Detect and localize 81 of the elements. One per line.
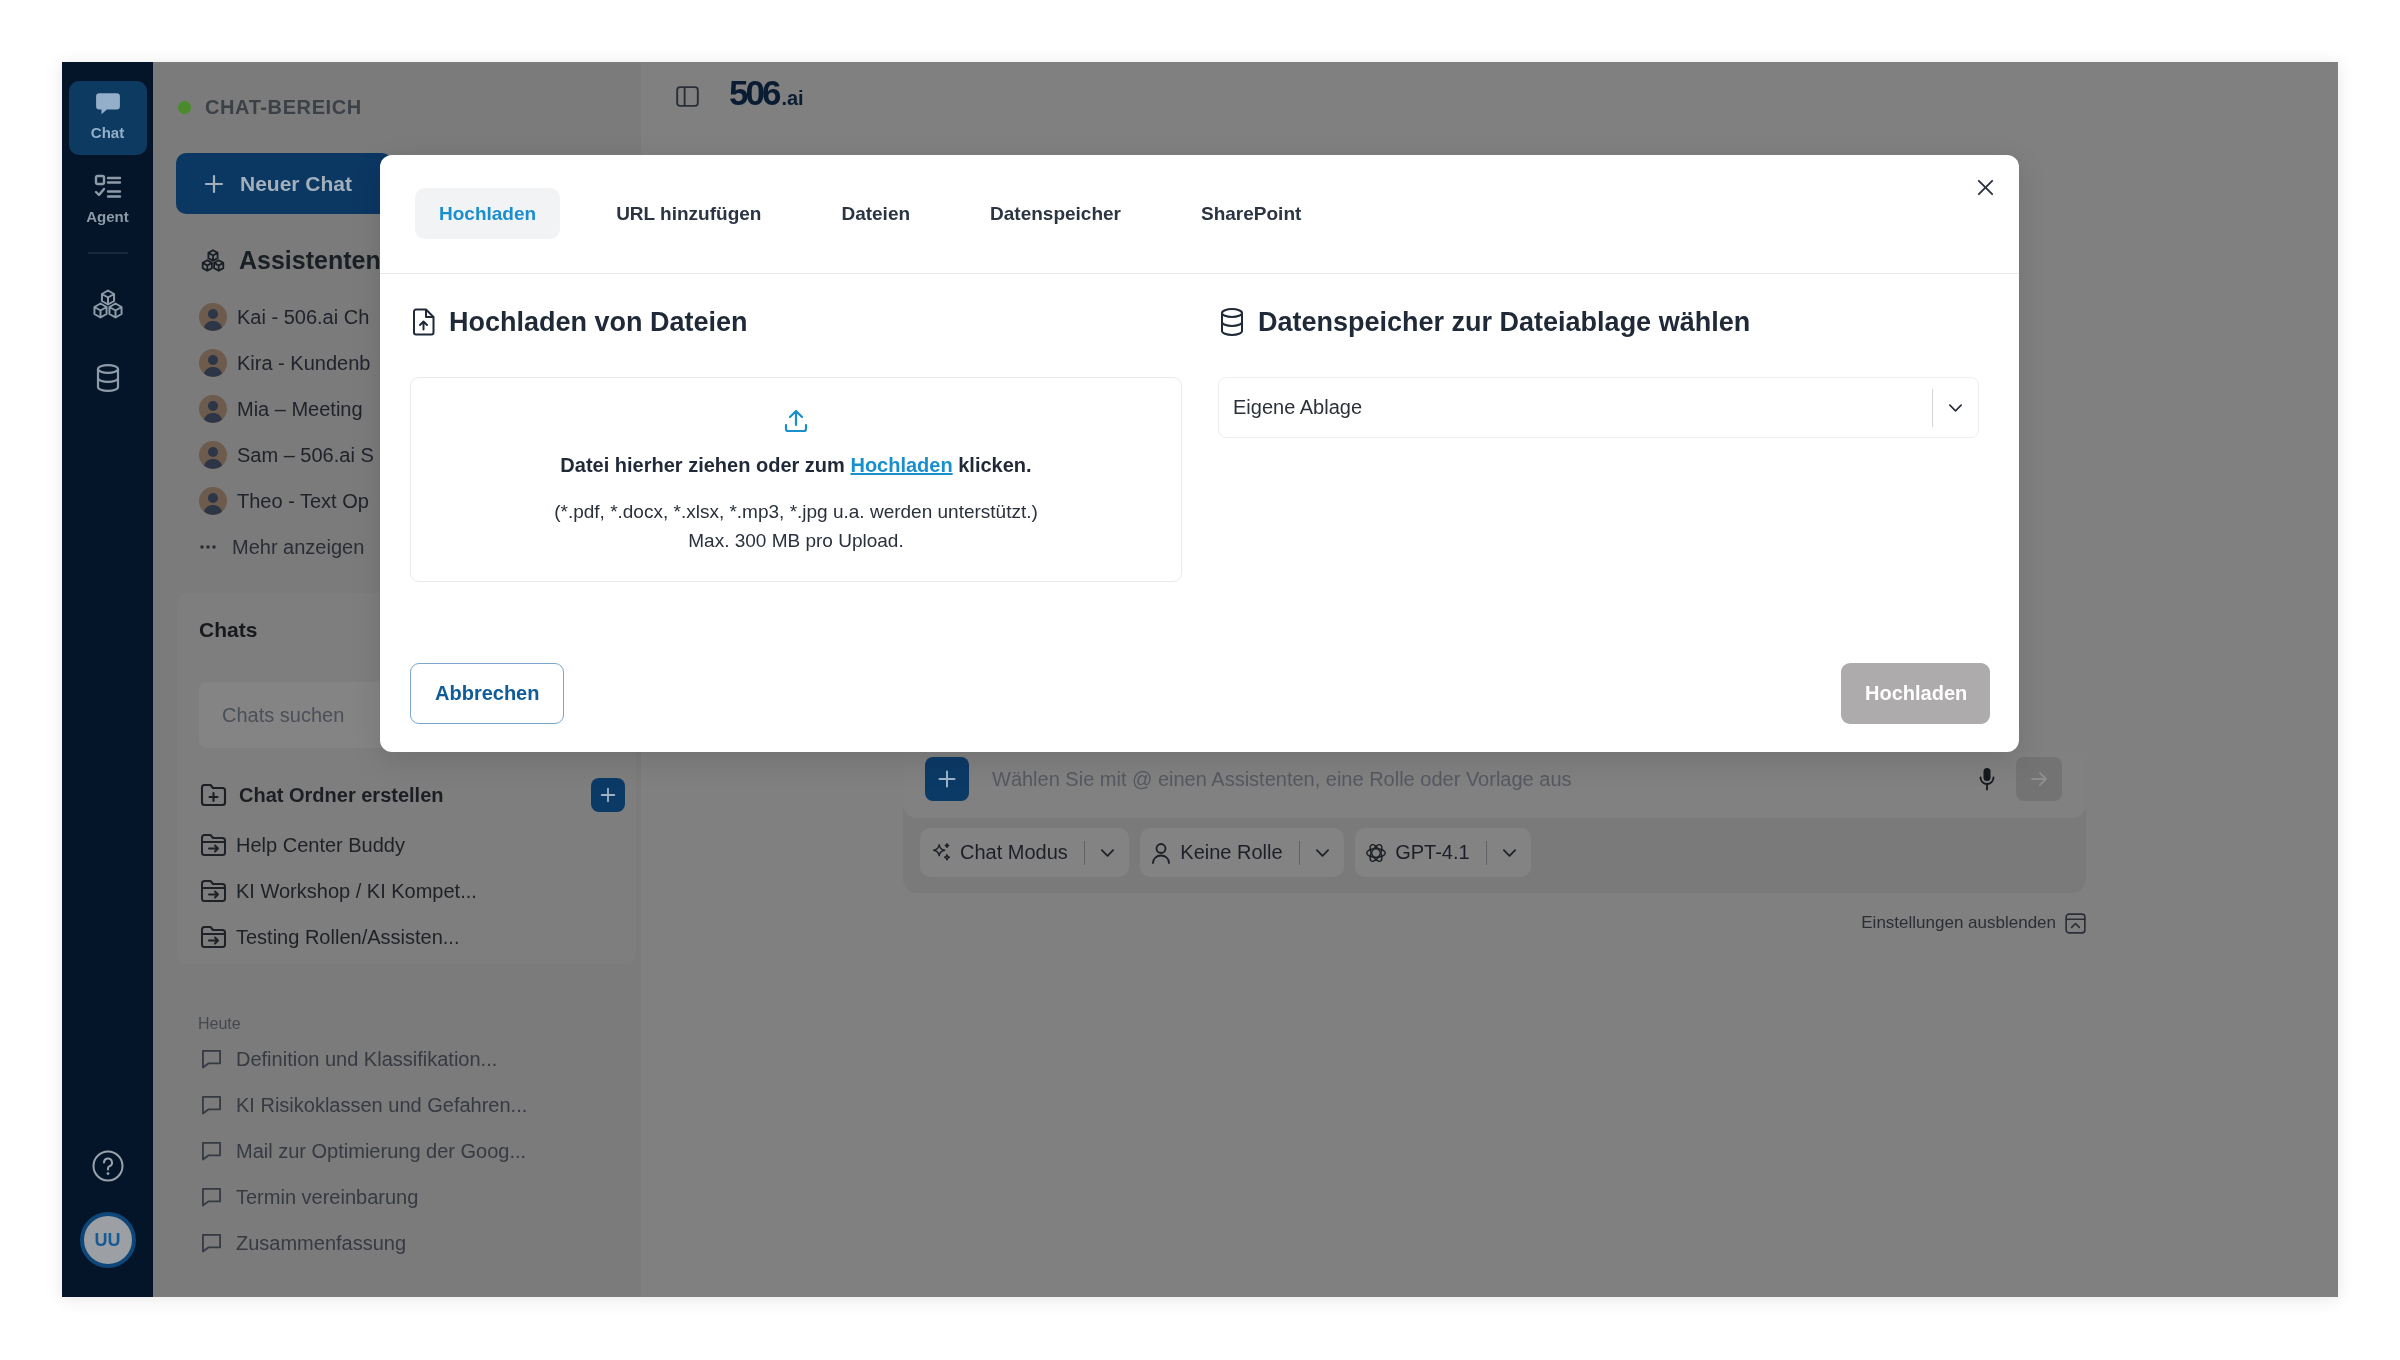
upload-icon [783, 408, 809, 434]
agent-nav-tab[interactable]: Agent [68, 163, 147, 237]
assistant-item[interactable]: Kai - 506.ai Ch [199, 294, 370, 340]
folder-arrow-icon [200, 879, 227, 903]
person-icon [1150, 841, 1173, 864]
status-dot-icon [178, 100, 191, 114]
assistant-item[interactable]: Mia – Meeting [199, 386, 363, 432]
cancel-button[interactable]: Abbrechen [410, 663, 565, 724]
speech-bubble-icon [201, 1141, 222, 1161]
avatar-icon [199, 487, 227, 515]
speech-bubble-icon [201, 1049, 222, 1069]
create-folder-label: Chat Ordner erstellen [239, 783, 444, 807]
avatar-icon [199, 303, 227, 331]
speech-bubble-icon [201, 1095, 222, 1115]
speech-bubble-icon [201, 1187, 222, 1207]
chat-history-item[interactable]: KI Risikoklassen und Gefahren... [201, 1082, 528, 1128]
assistant-item[interactable]: Kira - Kundenb [199, 340, 371, 386]
avatar-icon [199, 349, 227, 377]
dialog-tab[interactable]: URL hinzufügen [592, 188, 786, 239]
storage-section-title: Datenspeicher zur Dateiablage wählen [1258, 306, 1751, 339]
add-button[interactable] [925, 757, 969, 801]
chat-history-item[interactable]: Definition und Klassifikation... [201, 1036, 498, 1082]
assistants-heading: Assistenten [239, 245, 381, 275]
storage-select[interactable]: Eigene Ablage [1218, 377, 1979, 438]
atom-icon [1365, 841, 1388, 864]
chat-history-item[interactable]: Termin vereinbarung [201, 1174, 419, 1220]
dropzone-instruction: Datei hierher ziehen oder zum Hochladen klicken. [560, 453, 1032, 478]
chats-heading: Chats [199, 617, 258, 643]
collapse-panel-icon [2065, 912, 2086, 934]
plus-icon [599, 786, 617, 804]
logo: 506.ai [729, 74, 804, 114]
supported-formats-text: (*.pdf, *.docx, *.xlsx, *.mp3, *.jpg u.a. werden unterstützt.) [554, 500, 1038, 524]
folder-item[interactable]: Help Center Buddy [199, 822, 405, 868]
assistant-item[interactable]: Sam – 506.ai S [199, 432, 374, 478]
folder-item[interactable]: Testing Rollen/Assisten... [199, 914, 460, 960]
avatar-icon [199, 395, 227, 423]
user-avatar[interactable]: UU [79, 1212, 136, 1268]
close-icon[interactable] [1976, 178, 1995, 197]
chat-history-item[interactable]: Zusammenfassung [201, 1220, 407, 1266]
size-limit-text: Max. 300 MB pro Upload. [688, 529, 904, 553]
hide-settings-link[interactable]: Einstellungen ausblenden [1861, 911, 2086, 935]
arrow-right-icon [2029, 769, 2049, 789]
speech-bubble-icon [201, 1233, 222, 1253]
checklist-icon [93, 174, 122, 200]
microphone-icon[interactable] [1979, 767, 1995, 791]
role-dropdown[interactable]: Keine Rolle [1140, 828, 1345, 877]
dialog-tab[interactable]: Datenspeicher [966, 188, 1145, 239]
avatar-icon [199, 441, 227, 469]
database-icon [1220, 308, 1244, 336]
dialog-tab[interactable]: Hochladen [415, 188, 561, 239]
dialog-tab[interactable]: SharePoint [1177, 188, 1326, 239]
cubes-icon [91, 288, 124, 319]
file-dropzone[interactable]: Datei hierher ziehen oder zum Hochladen klicken. (*.pdf, *.docx, *.xlsx, *.mp3, *.jpg u.a. werden unterstützt.) Max. 300 MB pro Upload. [410, 377, 1182, 582]
chat-history-item[interactable]: Mail zur Optimierung der Goog... [201, 1128, 527, 1174]
folder-item[interactable]: KI Workshop / KI Kompet... [199, 868, 477, 914]
mode-dropdown[interactable]: Chat Modus [920, 828, 1130, 877]
dots-icon [200, 545, 216, 549]
chevron-down-icon [1100, 847, 1116, 858]
dialog-tab[interactable]: Dateien [817, 188, 935, 239]
cubes-icon [201, 248, 225, 272]
chevron-down-icon [1948, 402, 1963, 413]
chevron-down-icon [1502, 847, 1518, 858]
chat-bubble-icon [94, 92, 121, 116]
folder-arrow-icon [200, 925, 227, 949]
database-icon [95, 363, 120, 392]
plus-icon [937, 769, 957, 789]
folder-arrow-icon [200, 833, 227, 857]
show-more-link[interactable]: Mehr anzeigen [200, 524, 365, 570]
help-icon[interactable] [91, 1150, 124, 1182]
chevron-down-icon [1315, 847, 1331, 858]
section-title: CHAT-BEREICH [205, 95, 362, 119]
file-upload-icon [412, 308, 435, 336]
panel-left-icon[interactable] [676, 85, 699, 107]
upload-link[interactable]: Hochladen [850, 454, 953, 476]
add-folder-button[interactable] [591, 778, 625, 812]
upload-section-title: Hochladen von Dateien [449, 306, 748, 339]
model-dropdown[interactable]: GPT-4.1 [1355, 828, 1532, 877]
plus-icon [204, 173, 224, 194]
folder-plus-icon [200, 783, 227, 807]
chat-nav-tab[interactable]: Chat [68, 81, 147, 155]
assistant-item[interactable]: Theo - Text Op [199, 478, 369, 524]
